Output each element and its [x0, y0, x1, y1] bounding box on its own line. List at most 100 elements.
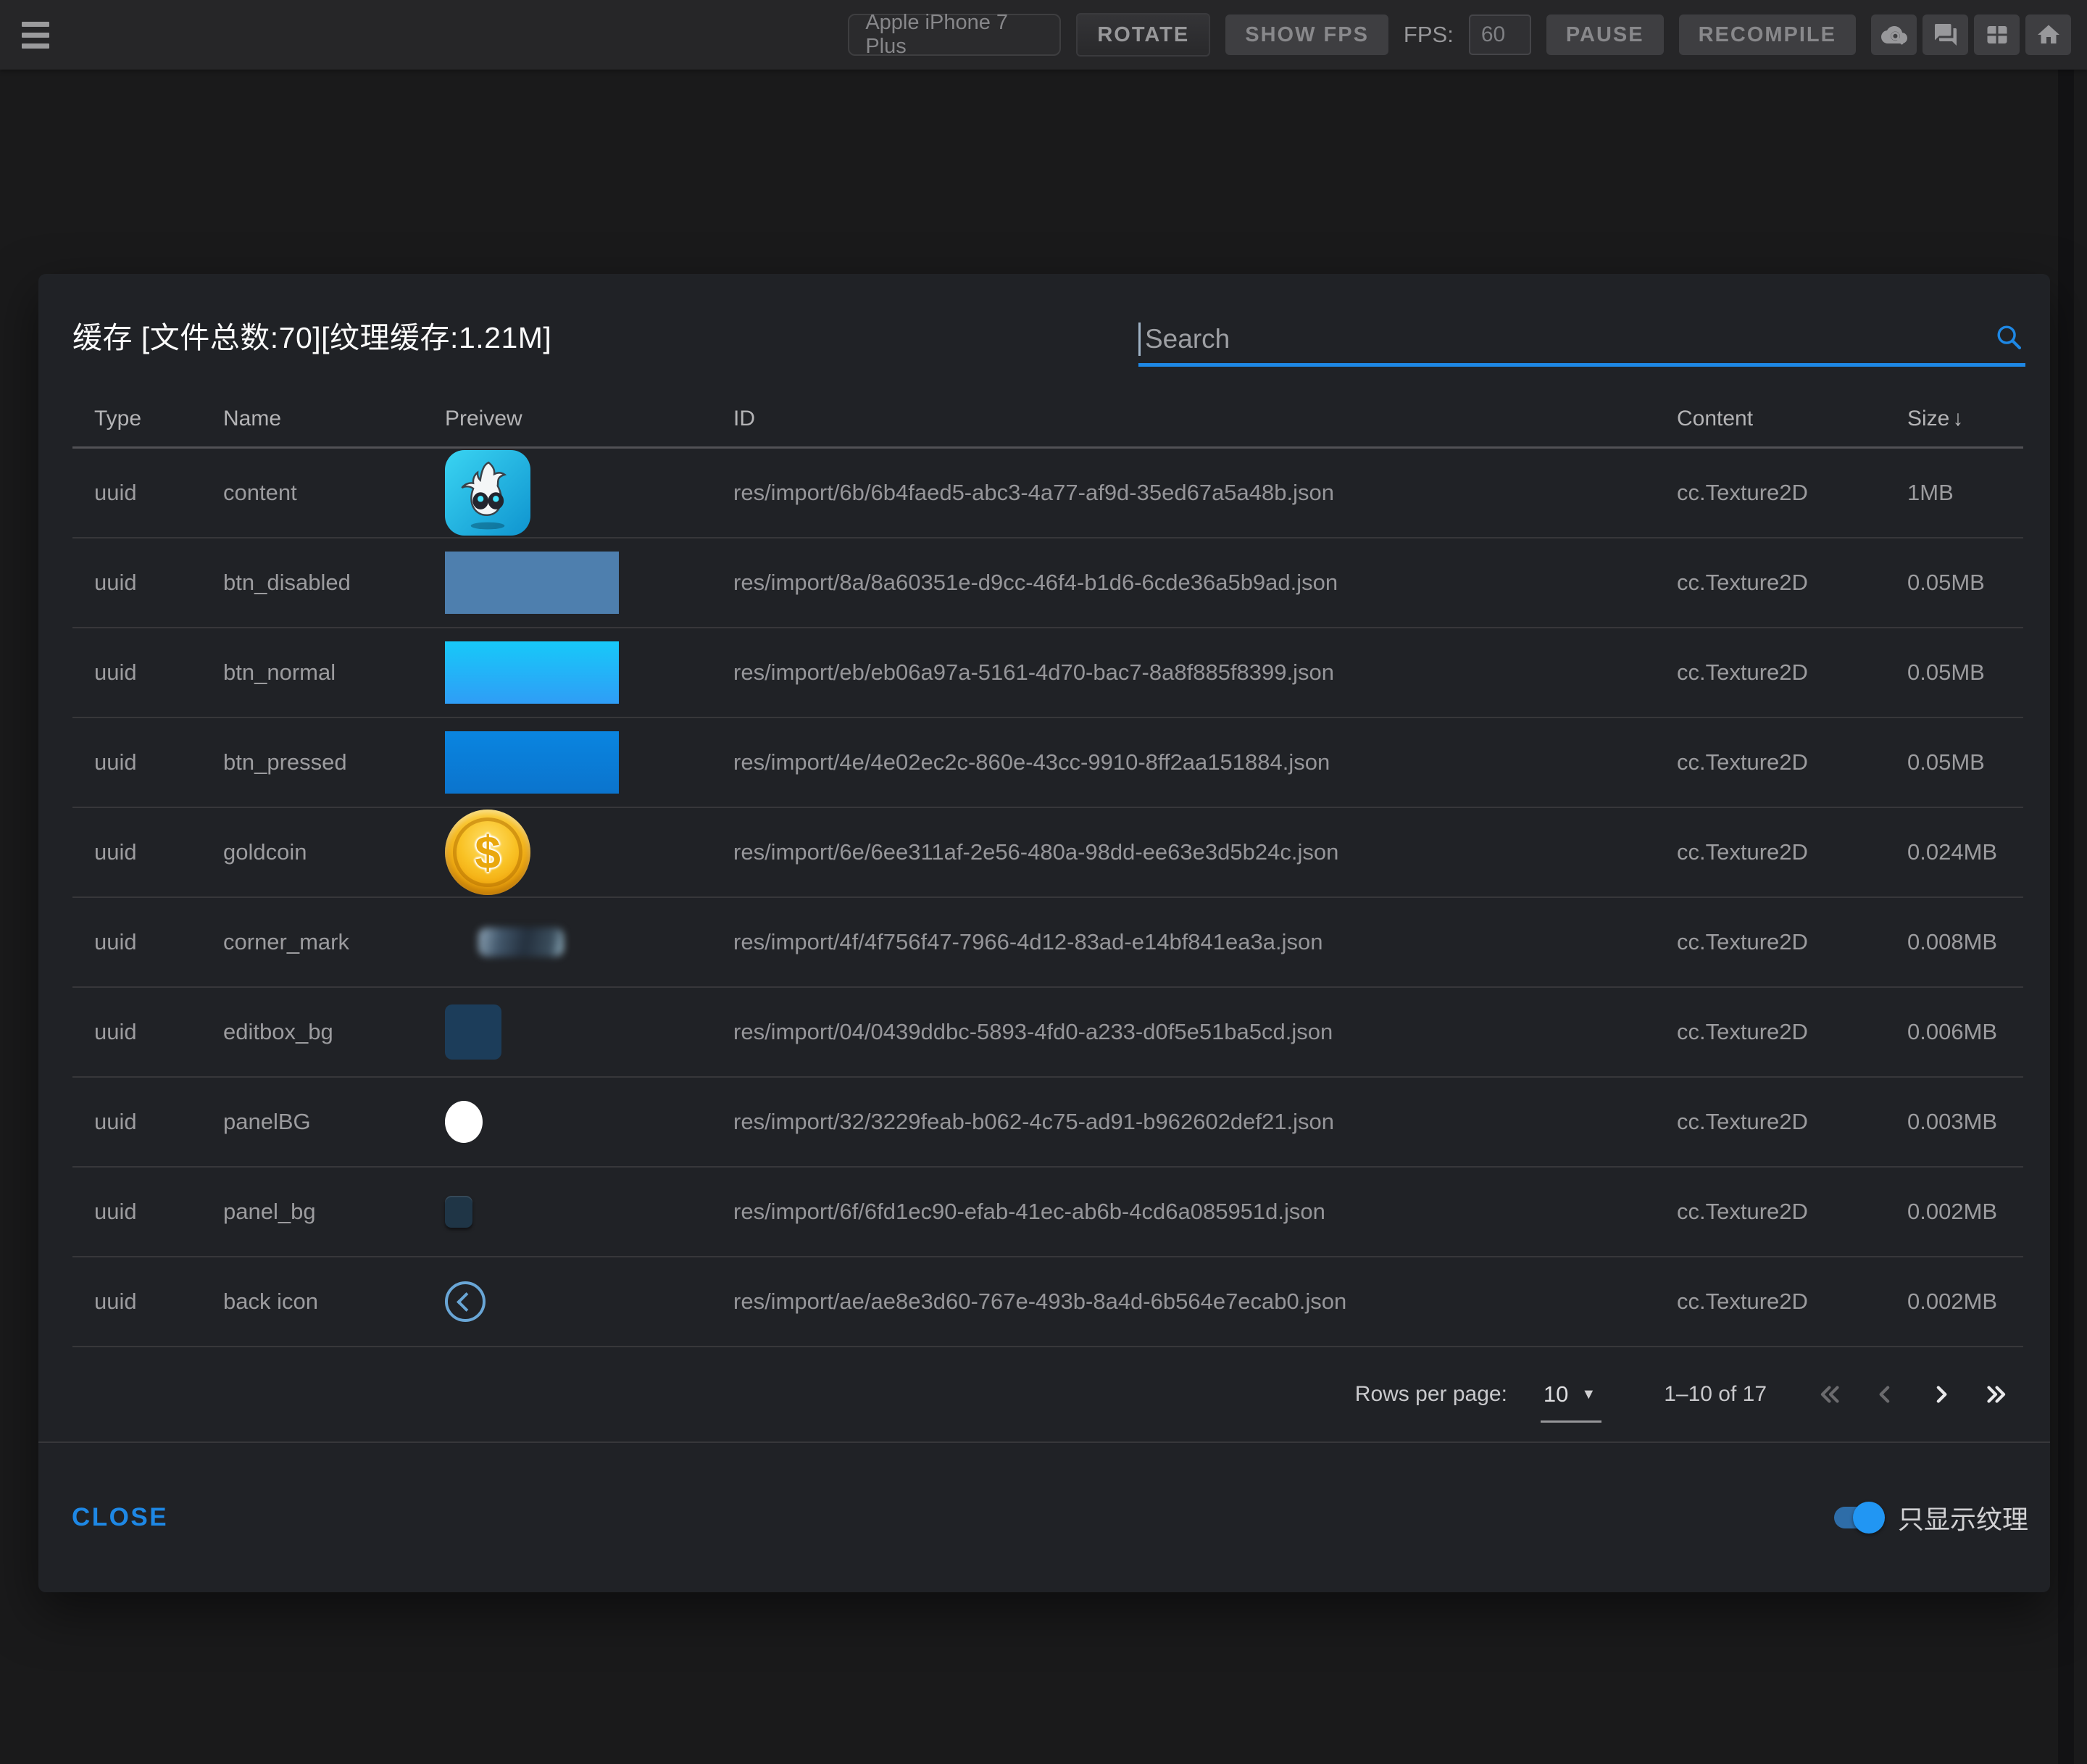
- pagination-nav: [1803, 1367, 2023, 1422]
- toolbar-icon-group: [1871, 14, 2071, 55]
- home-button[interactable]: [2025, 14, 2071, 55]
- cell-name: panelBG: [223, 1109, 445, 1135]
- search-field[interactable]: [1138, 320, 2025, 367]
- cell-id: res/import/6f/6fd1ec90-efab-41ec-ab6b-4c…: [733, 1199, 1677, 1225]
- page-scrollbar[interactable]: [2058, 70, 2074, 1764]
- cell-preview: [445, 1004, 733, 1060]
- preview-btn-pressed: [445, 731, 619, 794]
- cell-id: res/import/4f/4f756f47-7966-4d12-83ad-e1…: [733, 929, 1677, 955]
- cell-name: corner_mark: [223, 929, 445, 955]
- cell-size: 0.006MB: [1907, 1019, 2023, 1045]
- cell-size: 0.002MB: [1907, 1199, 2023, 1225]
- table-row: uuidbtn_normal res/import/eb/eb06a97a-516…: [72, 628, 2023, 718]
- previous-page-button[interactable]: [1858, 1367, 1913, 1422]
- pagination-bar: Rows per page: 10 ▼ 1–10 of 17: [38, 1347, 2050, 1441]
- cell-id: res/import/6e/6ee311af-2e56-480a-98dd-ee…: [733, 839, 1677, 865]
- next-page-button[interactable]: [1913, 1367, 1968, 1422]
- chevron-right-icon: [1927, 1381, 1954, 1408]
- device-select[interactable]: Apple iPhone 7 Plus: [848, 14, 1061, 56]
- debug-cloud-button[interactable]: [1871, 14, 1917, 55]
- cloud-search-icon: [1881, 22, 1907, 48]
- cell-id: res/import/8a/8a60351e-d9cc-46f4-b1d6-6c…: [733, 570, 1677, 596]
- top-toolbar: Apple iPhone 7 Plus ROTATE SHOW FPS FPS:…: [0, 0, 2087, 70]
- search-icon[interactable]: [1992, 320, 2025, 357]
- table-row: uuidbtn_disabledres/import/8a/8a60351e-d…: [72, 538, 2023, 628]
- cell-id: res/import/eb/eb06a97a-5161-4d70-bac7-8a…: [733, 660, 1677, 686]
- dialog-footer: CLOSE 只显示纹理: [38, 1441, 2050, 1592]
- dialog-header: 缓存 [文件总数:70][纹理缓存:1.21M]: [38, 274, 2050, 367]
- cell-size: 0.05MB: [1907, 570, 2023, 596]
- cell-name: btn_disabled: [223, 570, 445, 596]
- cell-size: 0.024MB: [1907, 839, 2023, 865]
- cell-preview: [445, 731, 733, 794]
- first-page-button[interactable]: [1803, 1367, 1858, 1422]
- table-row: uuidcorner_mark res/import/4f/4f756f47-79…: [72, 898, 2023, 988]
- cell-content: cc.Texture2D: [1677, 749, 1907, 775]
- fps-input[interactable]: [1469, 14, 1531, 55]
- cell-type: uuid: [72, 660, 223, 686]
- cache-table: Type Name Preivew ID Content Size ↓ uuid…: [72, 391, 2023, 1347]
- cell-name: btn_pressed: [223, 749, 445, 775]
- cache-table-button[interactable]: [1974, 14, 2020, 55]
- cell-preview: [445, 1101, 733, 1143]
- close-button[interactable]: CLOSE: [60, 1496, 180, 1539]
- console-log-button[interactable]: [1923, 14, 1968, 55]
- cell-type: uuid: [72, 480, 223, 506]
- cache-dialog: 缓存 [文件总数:70][纹理缓存:1.21M] Type Name Preiv…: [38, 274, 2050, 1592]
- texture-only-toggle[interactable]: [1834, 1507, 1882, 1528]
- col-header-content: Content: [1677, 407, 1907, 431]
- search-input[interactable]: [1144, 323, 1982, 355]
- cell-id: res/import/32/3229feab-b062-4c75-ad91-b9…: [733, 1109, 1677, 1135]
- cell-size: 0.05MB: [1907, 660, 2023, 686]
- cell-name: back icon: [223, 1289, 445, 1315]
- preview-btn-disabled: [445, 552, 619, 614]
- cell-content: cc.Texture2D: [1677, 1019, 1907, 1045]
- hamburger-menu-icon[interactable]: [22, 19, 54, 51]
- cell-type: uuid: [72, 929, 223, 955]
- toggle-knob: [1853, 1502, 1885, 1534]
- table-row: uuidback iconres/import/ae/ae8e3d60-767e…: [72, 1257, 2023, 1347]
- cell-size: 0.002MB: [1907, 1289, 2023, 1315]
- rows-per-page-select[interactable]: 10 ▼: [1541, 1381, 1601, 1423]
- sort-desc-icon: ↓: [1952, 407, 1963, 431]
- cell-preview: [445, 1281, 733, 1322]
- preview-editbox-bg: [445, 1004, 501, 1060]
- cell-id: res/import/6b/6b4faed5-abc3-4a77-af9d-35…: [733, 480, 1677, 506]
- cell-size: 0.05MB: [1907, 749, 2023, 775]
- chevron-left-icon: [1872, 1381, 1899, 1408]
- device-select-value: Apple iPhone 7 Plus: [865, 11, 1044, 59]
- cell-content: cc.Texture2D: [1677, 1109, 1907, 1135]
- cell-preview: [445, 552, 733, 614]
- rows-per-page-value: 10: [1544, 1381, 1568, 1407]
- preview-panel-small: [445, 1196, 472, 1228]
- cell-size: 0.008MB: [1907, 929, 2023, 955]
- cell-name: btn_normal: [223, 660, 445, 686]
- col-header-preview: Preivew: [445, 407, 733, 431]
- last-page-button[interactable]: [1968, 1367, 2023, 1422]
- col-header-size[interactable]: Size ↓: [1907, 407, 2023, 431]
- cell-name: editbox_bg: [223, 1019, 445, 1045]
- cell-name: panel_bg: [223, 1199, 445, 1225]
- recompile-button[interactable]: RECOMPILE: [1679, 14, 1856, 55]
- grid-table-icon: [1984, 22, 2010, 48]
- pagination-range-label: 1–10 of 17: [1664, 1382, 1767, 1407]
- cell-type: uuid: [72, 1199, 223, 1225]
- cell-id: res/import/04/0439ddbc-5893-4fd0-a233-d0…: [733, 1019, 1677, 1045]
- cell-preview: [445, 928, 733, 957]
- show-fps-button[interactable]: SHOW FPS: [1225, 14, 1388, 55]
- cell-name: content: [223, 480, 445, 506]
- preview-btn-normal: [445, 641, 619, 704]
- cell-content: cc.Texture2D: [1677, 660, 1907, 686]
- pause-button[interactable]: PAUSE: [1546, 14, 1664, 55]
- cell-preview: [445, 641, 733, 704]
- cell-name: goldcoin: [223, 839, 445, 865]
- cell-content: cc.Texture2D: [1677, 839, 1907, 865]
- cell-preview: [445, 450, 733, 536]
- preview-goldcoin: [445, 810, 530, 895]
- rotate-button[interactable]: ROTATE: [1076, 13, 1210, 57]
- table-row: uuideditbox_bgres/import/04/0439ddbc-589…: [72, 988, 2023, 1078]
- cell-type: uuid: [72, 749, 223, 775]
- table-row: uuidbtn_pressedres/import/4e/4e02ec2c-86…: [72, 718, 2023, 808]
- table-row: uuidgoldcoinres/import/6e/6ee311af-2e56-…: [72, 808, 2023, 898]
- preview-cocos-logo: [445, 450, 530, 536]
